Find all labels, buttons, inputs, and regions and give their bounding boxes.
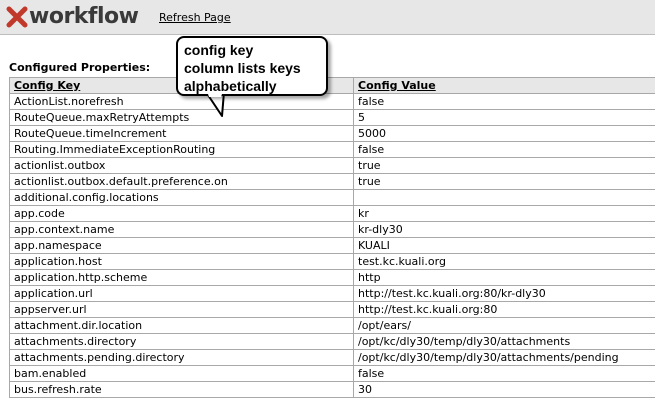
callout-line: column lists keys xyxy=(184,60,301,76)
table-row: bam.enabled false xyxy=(9,365,655,382)
config-value-cell: 30 xyxy=(353,381,655,398)
table-row: RouteQueue.maxRetryAttempts 5 xyxy=(9,109,655,126)
table-row: RouteQueue.timeIncrement 5000 xyxy=(9,125,655,142)
workflow-x-icon xyxy=(6,6,28,28)
config-key-cell: RouteQueue.timeIncrement xyxy=(9,125,354,142)
table-row: bus.refresh.rate 30 xyxy=(9,381,655,398)
config-value-cell: KUALI xyxy=(353,237,655,254)
table-row: application.url http://test.kc.kuali.org:… xyxy=(9,285,655,302)
table-row: application.host test.kc.kuali.org xyxy=(9,253,655,270)
config-value-cell: 5 xyxy=(353,109,655,126)
app-header: workflow Refresh Page xyxy=(0,0,655,35)
callout-line: config key xyxy=(184,42,254,58)
config-value-cell: true xyxy=(353,157,655,174)
config-value-cell: false xyxy=(353,141,655,158)
refresh-page-link[interactable]: Refresh Page xyxy=(159,11,231,24)
table-row: application.http.scheme http xyxy=(9,269,655,286)
table-row: app.code kr xyxy=(9,205,655,222)
table-row: attachments.pending.directory/opt/kc/dly… xyxy=(9,349,655,366)
config-key-cell: bam.enabled xyxy=(9,365,354,382)
config-value-cell: /opt/ears/ xyxy=(353,317,655,334)
config-value-cell: true xyxy=(353,173,655,190)
config-value-cell xyxy=(353,189,655,206)
config-key-cell: application.http.scheme xyxy=(9,269,354,286)
config-value-cell: kr xyxy=(353,205,655,222)
annotation-callout: config key column lists keys alphabetica… xyxy=(176,36,328,96)
config-value-cell: kr-dly30 xyxy=(353,221,655,238)
config-key-cell: attachments.pending.directory xyxy=(9,349,354,366)
config-value-cell: /opt/kc/dly30/temp/dly30/attachments xyxy=(353,333,655,350)
table-row: ActionList.norefresh false xyxy=(9,93,655,110)
config-key-cell: attachments.directory xyxy=(9,333,354,350)
config-key-cell: additional.config.locations xyxy=(9,189,354,206)
table-row: additional.config.locations xyxy=(9,189,655,206)
logo-text: workflow xyxy=(29,4,139,29)
config-value-cell: http://test.kc.kuali.org:80 xyxy=(353,301,655,318)
config-key-cell: attachment.dir.location xyxy=(9,317,354,334)
table-row: actionlist.outbox true xyxy=(9,157,655,174)
config-key-cell: bus.refresh.rate xyxy=(9,381,354,398)
config-key-cell: app.code xyxy=(9,205,354,222)
config-value-cell: 5000 xyxy=(353,125,655,142)
callout-line: alphabetically xyxy=(184,78,277,94)
table-row: app.context.name kr-dly30 xyxy=(9,221,655,238)
table-row: attachment.dir.location/opt/ears/ xyxy=(9,317,655,334)
table-row: actionlist.outbox.default.preference.on t… xyxy=(9,173,655,190)
config-value-cell: /opt/kc/dly30/temp/dly30/attachments/pen… xyxy=(353,349,655,366)
config-key-cell: RouteQueue.maxRetryAttempts xyxy=(9,109,354,126)
config-key-cell: application.url xyxy=(9,285,354,302)
config-key-cell: app.context.name xyxy=(9,221,354,238)
config-value-cell: false xyxy=(353,93,655,110)
section-title: Configured Properties: xyxy=(9,61,151,74)
config-value-cell: test.kc.kuali.org xyxy=(353,253,655,270)
config-value-header[interactable]: Config Value xyxy=(353,77,655,94)
config-key-cell: Routing.ImmediateExceptionRouting xyxy=(9,141,354,158)
config-value-cell: http://test.kc.kuali.org:80/kr-dly30 xyxy=(353,285,655,302)
config-key-cell: actionlist.outbox.default.preference.on xyxy=(9,173,354,190)
config-key-cell: app.namespace xyxy=(9,237,354,254)
config-key-cell: actionlist.outbox xyxy=(9,157,354,174)
workflow-logo: workflow xyxy=(6,4,139,29)
table-row: attachments.directory/opt/kc/dly30/temp/… xyxy=(9,333,655,350)
config-key-cell: appserver.url xyxy=(9,301,354,318)
config-value-cell: false xyxy=(353,365,655,382)
table-row: Routing.ImmediateExceptionRouting false xyxy=(9,141,655,158)
config-key-cell: application.host xyxy=(9,253,354,270)
config-value-cell: http xyxy=(353,269,655,286)
table-row: appserver.url http://test.kc.kuali.org:80 xyxy=(9,301,655,318)
table-row: app.namespace KUALI xyxy=(9,237,655,254)
config-properties-table: Config Key Config Value ActionList.noref… xyxy=(9,77,655,398)
table-header-row: Config Key Config Value xyxy=(9,77,655,94)
